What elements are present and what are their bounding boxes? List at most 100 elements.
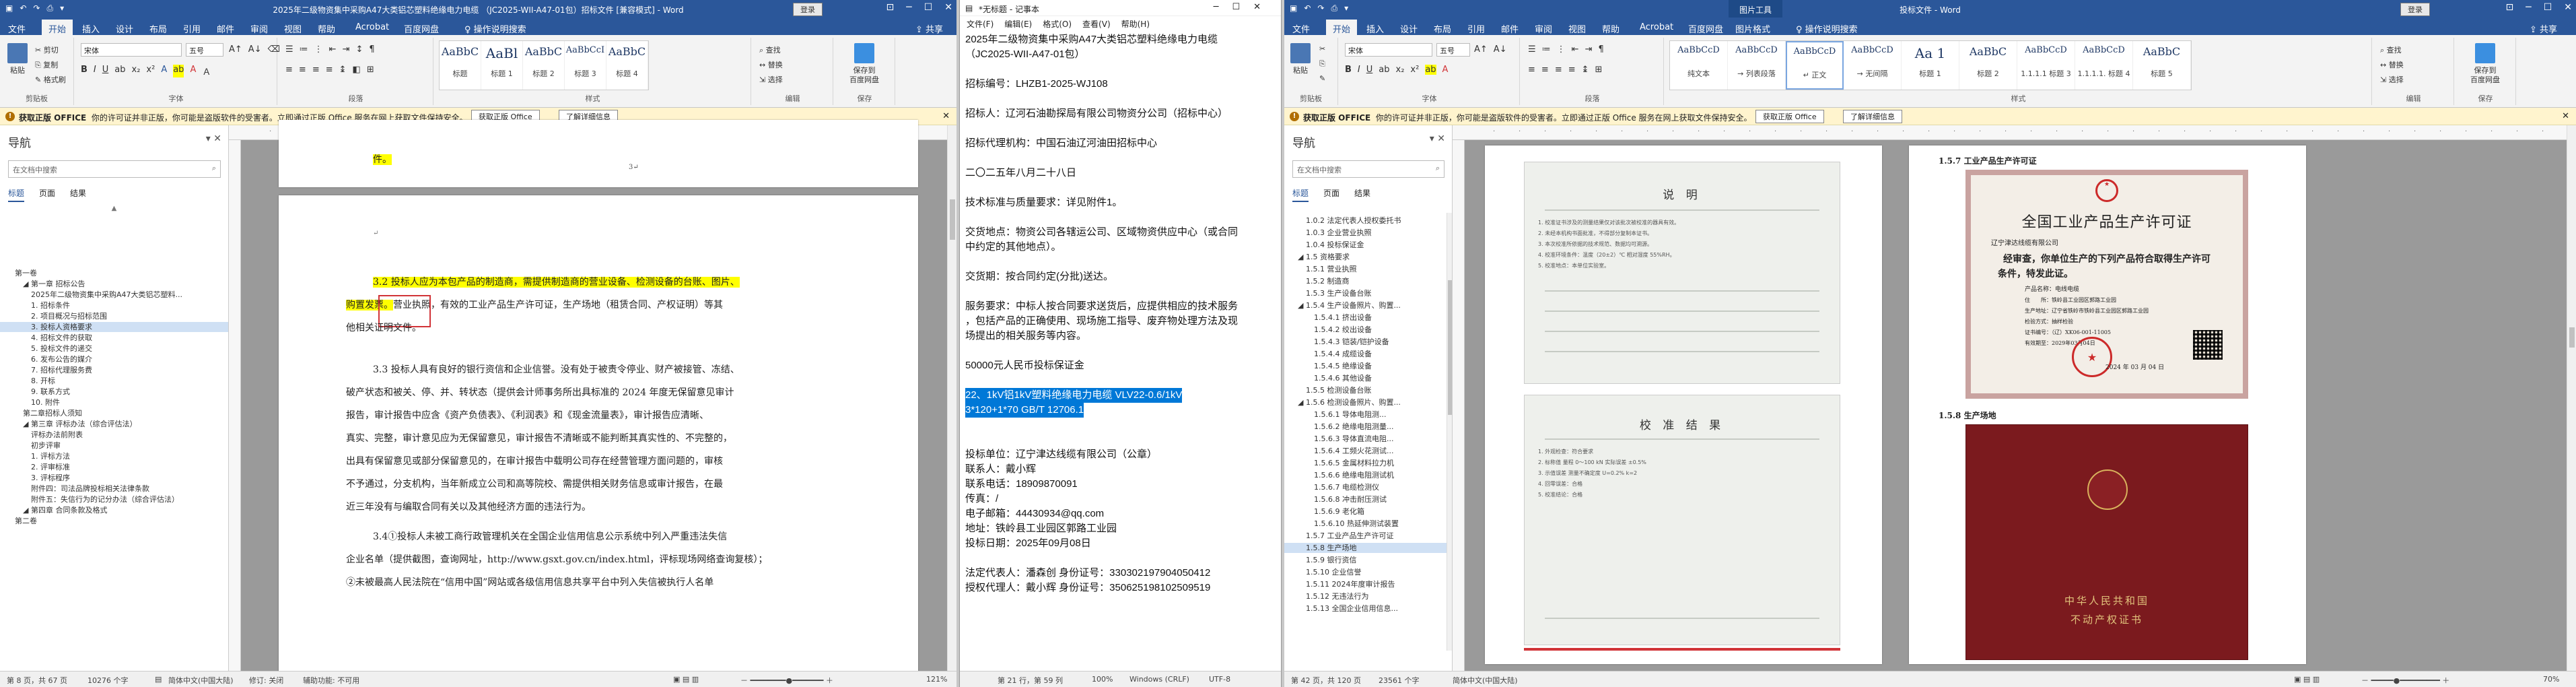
nav-outline-item[interactable]: 1.5.4.4 成缆设备 <box>1284 349 1447 359</box>
tab-baidu[interactable]: 百度网盘 <box>404 22 439 35</box>
nav-outline-item[interactable]: 1.5.6.2 绝缘电阻测量... <box>1284 422 1447 432</box>
increase-indent-icon[interactable]: ⇥ <box>343 44 350 55</box>
nav-tab-pages[interactable]: 页面 <box>1323 187 1339 202</box>
nav-outline-item[interactable]: 1.5.6.6 绝缘电阻测试机 <box>1284 470 1447 480</box>
tab-view[interactable]: 视图 <box>284 22 302 35</box>
align-center-icon[interactable]: ≡ <box>1541 65 1549 75</box>
nav-outline-item[interactable]: ◢ 1.5.6 检测设备照片、购置... <box>1284 397 1447 407</box>
borders-icon[interactable]: ⊞ <box>367 65 374 75</box>
nav-outline-item[interactable]: 1.5.6.5 金属材料拉力机 <box>1284 458 1447 468</box>
find-button[interactable]: ⌕ 查找 <box>2380 44 2402 55</box>
doc-line[interactable]: 3.3 投标人具有良好的银行资信和企业信誉。没有处于被责令停业、财产被接管、冻结… <box>373 358 851 381</box>
select-button[interactable]: ⇲ 选择 <box>2380 74 2404 85</box>
nav-outline-item[interactable]: 1.5.1 营业执照 <box>1284 264 1447 274</box>
nav-outline-item[interactable]: ◢ 第一章 招标公告 <box>0 279 228 289</box>
font-color-icon[interactable]: A <box>190 65 196 77</box>
line-spacing-icon[interactable]: ↨ <box>339 65 347 75</box>
style-item[interactable]: AaBbCcI 标题 3 <box>565 41 606 90</box>
increase-indent-icon[interactable]: ⇥ <box>1585 44 1593 55</box>
tab-design[interactable]: 设计 <box>116 22 133 35</box>
tell-me-search[interactable]: ♀ 操作说明搜索 <box>1796 22 1858 35</box>
nav-outline-item[interactable]: 1.5.6.3 导体直流电阻... <box>1284 434 1447 444</box>
nav-outline-item[interactable]: 1.5.8 生产场地 <box>1284 543 1447 553</box>
share-button[interactable]: ⇪ 共享 <box>915 22 943 35</box>
zoom-slider[interactable]: － ━━━━━●━━━━━━━━━ ＋ <box>2361 675 2449 686</box>
window-controls[interactable]: ─☐✕ <box>1214 2 1274 12</box>
tab-insert[interactable]: 插入 <box>1366 22 1384 35</box>
scroll-thumb[interactable] <box>1448 280 1452 415</box>
style-item[interactable]: AaBbCcD → 无间隔 <box>1844 41 1902 90</box>
section-heading[interactable]: 1.5.7 工业产品生产许可证 <box>1939 155 2037 166</box>
tab-home[interactable]: 开始 <box>42 20 73 35</box>
nav-outline-item[interactable]: 1.5.6.8 冲击耐压测试 <box>1284 494 1447 504</box>
nav-outline-item[interactable]: 1.0.3 企业营业执照 <box>1284 228 1447 238</box>
copy-button[interactable]: ⎘ 复制 <box>35 59 58 70</box>
close-icon[interactable]: ✕ <box>944 2 952 13</box>
signin-button[interactable]: 登录 <box>2400 3 2430 16</box>
nav-close-icon[interactable]: ▾ ✕ <box>206 133 221 144</box>
strikethrough-icon[interactable]: ab <box>1379 65 1389 75</box>
nav-search-input[interactable]: 在文档中搜索 ⌕ <box>1292 160 1444 178</box>
doc-line[interactable]: 不予通过，分支机构，当年新成立公司和高等院校、需提供相关财务信息或审计报告，在最 <box>346 473 851 496</box>
nav-outline-item[interactable]: 2. 项目概况与招标范围 <box>0 311 228 321</box>
nav-outline-item[interactable]: 1.5.4.2 绞出设备 <box>1284 325 1447 335</box>
nav-tab-results[interactable]: 结果 <box>1354 187 1370 202</box>
page-count[interactable]: 第 42 页，共 120 页 <box>1291 675 1361 686</box>
doc-line[interactable]: 他相关证明文件。 <box>346 317 851 339</box>
close-icon[interactable]: ✕ <box>2564 2 2572 13</box>
nav-outline-item[interactable]: 1.0.4 投标保证金 <box>1284 240 1447 250</box>
nav-scrollbar[interactable] <box>1447 213 1452 651</box>
style-item[interactable]: AaBbCcD → 列表段落 <box>1728 41 1786 90</box>
nav-outline-item[interactable]: 9. 联系方式 <box>0 387 228 397</box>
save-baidu-button[interactable]: 保存到 百度网盘 <box>844 43 884 85</box>
close-icon[interactable]: ✕ <box>2562 111 2569 121</box>
tab-acrobat[interactable]: Acrobat <box>355 22 389 32</box>
tab-references[interactable]: 引用 <box>1467 22 1485 35</box>
underline-icon[interactable]: U <box>1366 65 1373 75</box>
doc-line[interactable]: 3.4①投标人未被工商行政管理机关在全国企业信用信息公示系统中列入严重违法失信 <box>373 525 851 548</box>
nav-outline-item[interactable]: 1.5.6.10 热延伸测试装置 <box>1284 519 1447 529</box>
justify-icon[interactable]: ≡ <box>1568 65 1576 75</box>
show-marks-icon[interactable]: ¶ <box>369 44 374 55</box>
nav-outline-item[interactable]: 1.5.9 银行资信 <box>1284 555 1447 565</box>
nav-outline-item[interactable]: 3. 投标人资格要求 <box>0 322 228 332</box>
style-item[interactable]: AaBbC 标题 2 <box>523 41 565 90</box>
nav-outline-item[interactable]: 10. 附件 <box>0 397 228 407</box>
accessibility[interactable]: 辅助功能: 不可用 <box>303 675 359 686</box>
share-button[interactable]: ⇪ 共享 <box>2530 22 2557 35</box>
font-name-select[interactable]: 宋体 <box>1345 43 1432 57</box>
nav-outline-item[interactable]: 第二章招标人须知 <box>0 408 228 418</box>
nav-outline-item[interactable]: 附件五：失信行为的记分办法（综合评估法） <box>0 494 228 504</box>
tab-review[interactable]: 审阅 <box>1535 22 1552 35</box>
maximize-icon[interactable]: ☐ <box>2544 2 2552 13</box>
production-license-image[interactable]: ★ 全国工业产品生产许可证 辽宁津达线缆有限公司 经审查，你单位生产的下列产品符… <box>1965 170 2248 399</box>
style-item[interactable]: AaBbCcD 1.1.1.1. 标题 4 <box>2075 41 2133 90</box>
nav-outline-item[interactable]: 6. 发布公告的媒介 <box>0 354 228 364</box>
replace-button[interactable]: ↔ 替换 <box>759 59 783 70</box>
zoom-level[interactable]: 121% <box>926 675 947 684</box>
highlight-icon[interactable]: ab <box>1425 65 1436 75</box>
nav-outline-item[interactable]: 1.5.5 检测设备台账 <box>1284 385 1447 395</box>
nav-outline-item[interactable]: 1.5.7 工业产品生产许可证 <box>1284 531 1447 541</box>
tab-layout[interactable]: 布局 <box>149 22 167 35</box>
paste-button[interactable]: 粘贴 <box>1288 43 1313 75</box>
nav-tab-headings[interactable]: 标题 <box>1292 187 1309 202</box>
collapse-arrow-icon[interactable]: ▲ <box>0 205 228 212</box>
format-painter-button[interactable]: ✎ 格式刷 <box>35 74 66 85</box>
font-size-select[interactable]: 五号 <box>1436 43 1470 57</box>
doc-line[interactable]: 破产状态和被关、停、并、转状态（提供会计师事务所出具标准的 2024 年度无保留… <box>346 381 851 404</box>
tab-picture-format[interactable]: 图片格式 <box>1735 22 1770 35</box>
page-count[interactable]: 第 8 页，共 67 页 <box>7 675 67 686</box>
nav-outline-item[interactable]: 1. 招标条件 <box>0 300 228 310</box>
subscript-icon[interactable]: x₂ <box>132 65 141 77</box>
grow-font-icon[interactable]: A↑ <box>229 44 242 55</box>
copy-button[interactable]: ⎘ <box>1319 59 1325 69</box>
cut-button[interactable]: ✂ <box>1319 44 1325 53</box>
doc-line[interactable]: 企业名单（提供截图，查询网址，http://www.gsxt.gov.cn/in… <box>346 548 851 571</box>
nav-outline-item[interactable]: 2025年二级物资集中采购A47大类铝芯塑料... <box>0 290 228 300</box>
calibration-scan-image[interactable]: 说 明 1. 校准证书涉及的测量结果仅对该批次被校准的器具有效。 2. 未经本机… <box>1524 162 1840 384</box>
font-size-select[interactable]: 五号 <box>186 43 223 57</box>
nav-outline-item[interactable]: 1.5.6.1 导体电阻测... <box>1284 410 1447 420</box>
show-marks-icon[interactable]: ¶ <box>1598 44 1603 55</box>
style-item[interactable]: AaBbC 标题 5 <box>2133 41 2191 90</box>
